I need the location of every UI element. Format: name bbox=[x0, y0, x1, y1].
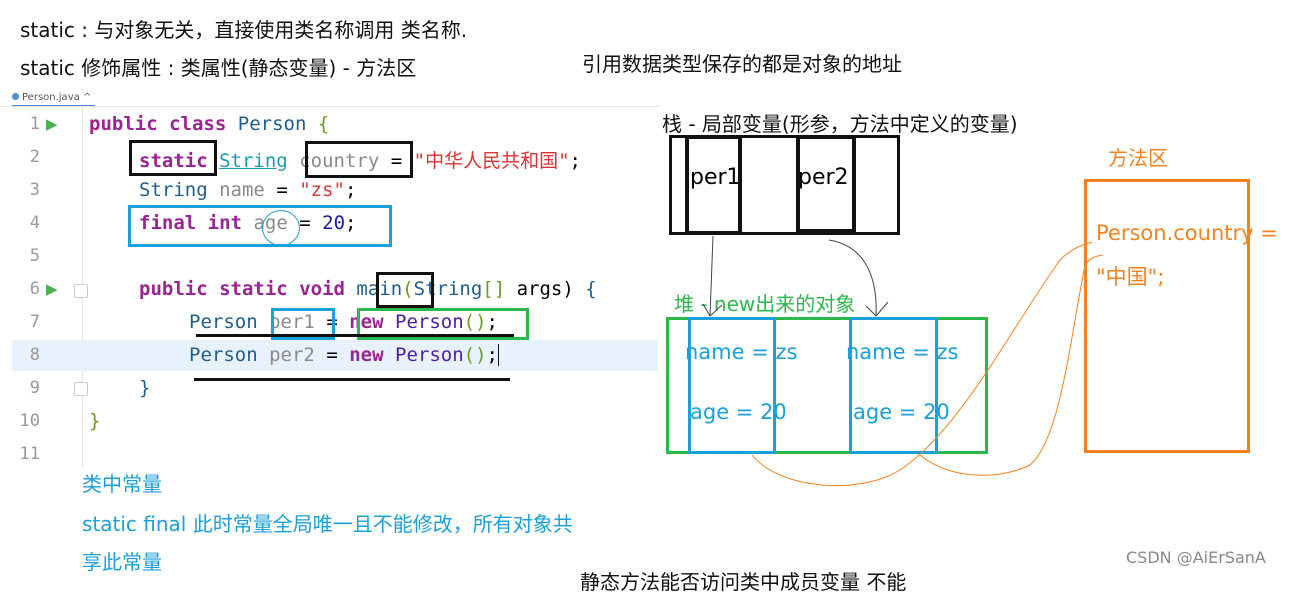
orange-link-obj2 bbox=[919, 254, 1104, 476]
arrow-per2-to-obj2 bbox=[828, 239, 889, 317]
arrow-per1-to-obj1 bbox=[702, 235, 723, 317]
annotation-strokes bbox=[702, 235, 1104, 487]
orange-link-obj1 bbox=[751, 241, 1093, 487]
